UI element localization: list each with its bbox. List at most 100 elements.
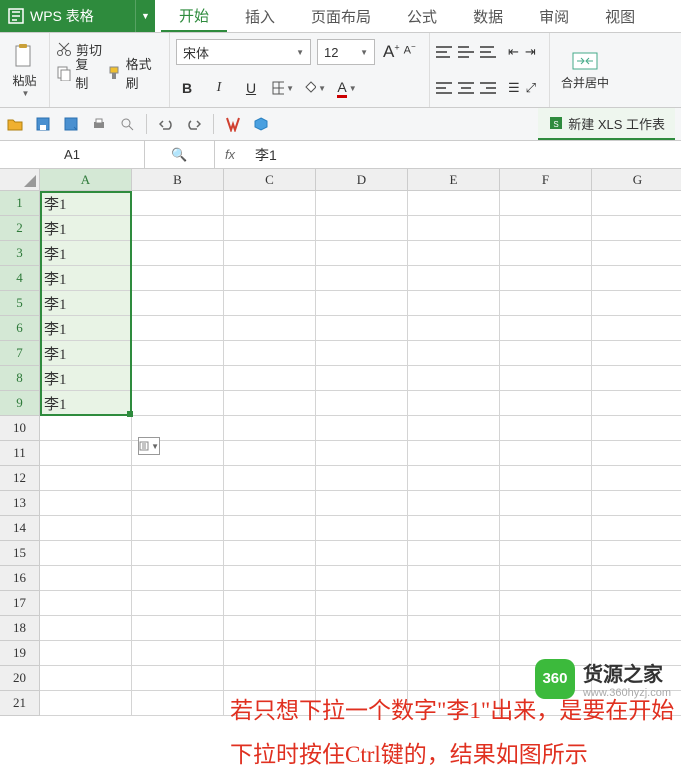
app-menu-dropdown[interactable]: ▼ — [135, 0, 155, 32]
cell-E9[interactable] — [408, 391, 500, 416]
cell-B2[interactable] — [132, 216, 224, 241]
row-header-20[interactable]: 20 — [0, 666, 40, 691]
cell-D1[interactable] — [316, 191, 408, 216]
cell-F7[interactable] — [500, 341, 592, 366]
cell-G17[interactable] — [592, 591, 681, 616]
indent-decrease-button[interactable]: ⇤ — [508, 44, 519, 60]
cell-E18[interactable] — [408, 616, 500, 641]
cell-C19[interactable] — [224, 641, 316, 666]
redo-button[interactable] — [185, 115, 203, 133]
cell-B9[interactable] — [132, 391, 224, 416]
row-header-13[interactable]: 13 — [0, 491, 40, 516]
align-left-button[interactable] — [436, 82, 452, 94]
cell-F14[interactable] — [500, 516, 592, 541]
cell-A5[interactable]: 李1 — [40, 291, 132, 316]
row-header-9[interactable]: 9 — [0, 391, 40, 416]
cell-A14[interactable] — [40, 516, 132, 541]
cell-G6[interactable] — [592, 316, 681, 341]
cell-B7[interactable] — [132, 341, 224, 366]
row-header-19[interactable]: 19 — [0, 641, 40, 666]
cell-G4[interactable] — [592, 266, 681, 291]
cell-E16[interactable] — [408, 566, 500, 591]
cell-B6[interactable] — [132, 316, 224, 341]
cell-A17[interactable] — [40, 591, 132, 616]
col-header-F[interactable]: F — [500, 169, 592, 191]
grow-font-button[interactable]: A+ — [383, 42, 400, 62]
indent-increase-button[interactable]: ⇥ — [525, 44, 536, 60]
row-header-21[interactable]: 21 — [0, 691, 40, 716]
cell-B21[interactable] — [132, 691, 224, 716]
cell-E1[interactable] — [408, 191, 500, 216]
cell-C13[interactable] — [224, 491, 316, 516]
autofill-options-button[interactable]: ▼ — [138, 437, 160, 455]
cell-G3[interactable] — [592, 241, 681, 266]
cell-A16[interactable] — [40, 566, 132, 591]
cell-C7[interactable] — [224, 341, 316, 366]
row-header-12[interactable]: 12 — [0, 466, 40, 491]
cube-icon[interactable] — [252, 115, 270, 133]
row-header-17[interactable]: 17 — [0, 591, 40, 616]
cell-B4[interactable] — [132, 266, 224, 291]
col-header-B[interactable]: B — [132, 169, 224, 191]
cell-F5[interactable] — [500, 291, 592, 316]
wrap-text-button[interactable]: ☰ — [508, 80, 520, 96]
cell-C10[interactable] — [224, 416, 316, 441]
cell-E13[interactable] — [408, 491, 500, 516]
cell-A1[interactable]: 李1 — [40, 191, 132, 216]
underline-button[interactable]: U — [240, 77, 262, 99]
wps-cloud-icon[interactable] — [224, 115, 242, 133]
row-header-11[interactable]: 11 — [0, 441, 40, 466]
spreadsheet-grid[interactable]: ABCDEFG 12345678910111213141516171819202… — [0, 169, 681, 729]
cell-B12[interactable] — [132, 466, 224, 491]
cell-D18[interactable] — [316, 616, 408, 641]
save-as-button[interactable] — [62, 115, 80, 133]
cell-D9[interactable] — [316, 391, 408, 416]
cell-E7[interactable] — [408, 341, 500, 366]
cell-A2[interactable]: 李1 — [40, 216, 132, 241]
tab-3[interactable]: 公式 — [389, 0, 455, 32]
cell-D3[interactable] — [316, 241, 408, 266]
align-center-button[interactable] — [458, 82, 474, 94]
cell-D11[interactable] — [316, 441, 408, 466]
cell-B8[interactable] — [132, 366, 224, 391]
cell-F8[interactable] — [500, 366, 592, 391]
cell-A21[interactable] — [40, 691, 132, 716]
tab-4[interactable]: 数据 — [455, 0, 521, 32]
col-header-D[interactable]: D — [316, 169, 408, 191]
cell-D13[interactable] — [316, 491, 408, 516]
align-middle-button[interactable] — [458, 46, 474, 58]
row-header-16[interactable]: 16 — [0, 566, 40, 591]
cell-D12[interactable] — [316, 466, 408, 491]
cell-C1[interactable] — [224, 191, 316, 216]
cell-G8[interactable] — [592, 366, 681, 391]
cell-B5[interactable] — [132, 291, 224, 316]
row-header-2[interactable]: 2 — [0, 216, 40, 241]
cell-D7[interactable] — [316, 341, 408, 366]
tab-6[interactable]: 视图 — [587, 0, 653, 32]
cell-D17[interactable] — [316, 591, 408, 616]
cell-G14[interactable] — [592, 516, 681, 541]
cell-G12[interactable] — [592, 466, 681, 491]
cell-F16[interactable] — [500, 566, 592, 591]
format-painter-button[interactable]: 格式刷 — [106, 54, 163, 92]
cell-F6[interactable] — [500, 316, 592, 341]
cell-D16[interactable] — [316, 566, 408, 591]
cell-A7[interactable]: 李1 — [40, 341, 132, 366]
row-header-5[interactable]: 5 — [0, 291, 40, 316]
row-header-8[interactable]: 8 — [0, 366, 40, 391]
row-header-3[interactable]: 3 — [0, 241, 40, 266]
cell-A13[interactable] — [40, 491, 132, 516]
cell-D14[interactable] — [316, 516, 408, 541]
cell-F1[interactable] — [500, 191, 592, 216]
cell-G5[interactable] — [592, 291, 681, 316]
orientation-button[interactable]: ⤢ — [526, 80, 536, 96]
cell-D19[interactable] — [316, 641, 408, 666]
font-size-select[interactable]: 12 ▼ — [317, 39, 375, 65]
cell-C9[interactable] — [224, 391, 316, 416]
cells-area[interactable]: 李1李1李1李1李1李1李1李1李1 — [40, 191, 681, 716]
align-right-button[interactable] — [480, 82, 496, 94]
row-header-7[interactable]: 7 — [0, 341, 40, 366]
align-bottom-button[interactable] — [480, 46, 496, 58]
cell-B3[interactable] — [132, 241, 224, 266]
cell-C17[interactable] — [224, 591, 316, 616]
